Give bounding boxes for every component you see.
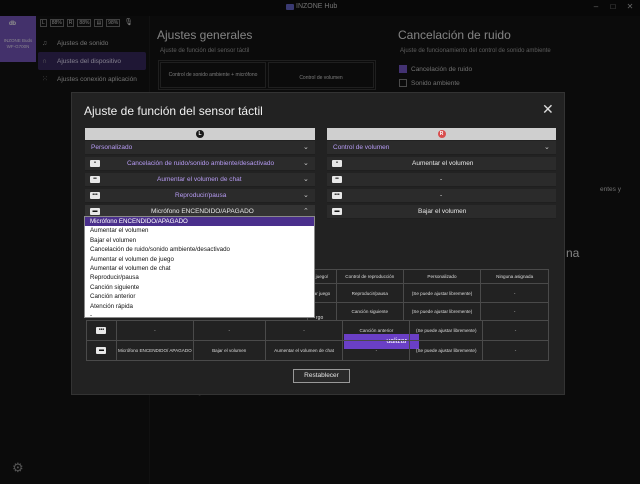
- dropdown-option[interactable]: -: [85, 311, 314, 320]
- table-row: ar juego Reproducir/pausa (Se puede ajus…: [307, 283, 549, 303]
- single-tap-icon: •: [90, 160, 100, 167]
- table-row: ▬ Micrófono ENCENDIDO/ APAGADO Bajar el …: [86, 340, 549, 361]
- right-bud-header: R: [327, 128, 556, 140]
- reset-button[interactable]: Restablecer: [293, 369, 350, 383]
- table-header-cell: Control de reproducción: [335, 269, 404, 284]
- right-preset-select[interactable]: Control de volumen ⌄: [327, 141, 556, 155]
- chevron-up-icon: ⌃: [303, 208, 309, 215]
- right-single-tap-value: Aumentar el volumen: [412, 160, 474, 167]
- right-double-tap-value: -: [440, 176, 443, 183]
- right-triple-tap-row: ••• -: [327, 189, 556, 203]
- dropdown-option[interactable]: Cancelación de ruido/sonido ambiente/des…: [85, 245, 314, 254]
- chevron-down-icon: ⌄: [303, 160, 309, 167]
- dropdown-option[interactable]: Atención rápida: [85, 302, 314, 311]
- double-tap-icon: ••: [332, 176, 342, 183]
- triple-tap-icon: •••: [332, 192, 342, 199]
- preset-table-bottom: ••• - - - Canción anterior (Se puede aju…: [86, 320, 549, 361]
- dropdown-option[interactable]: Bajar el volumen: [85, 236, 314, 245]
- dropdown-option[interactable]: Aumentar el volumen de juego: [85, 255, 314, 264]
- chevron-down-icon: ⌄: [544, 144, 550, 151]
- left-bud-badge: L: [196, 130, 204, 138]
- function-dropdown-list: Micrófono ENCENDIDO/APAGADO Aumentar el v…: [84, 216, 315, 320]
- left-single-tap-value: Cancelación de ruido/sonido ambiente/des…: [127, 160, 275, 167]
- dialog-title: Ajuste de función del sensor táctil: [84, 104, 263, 118]
- left-double-tap-value: Aumentar el volumen de chat: [157, 176, 242, 183]
- preset-table-top: juego/ Control de reproducción Personali…: [307, 269, 549, 321]
- table-header-cell: Ninguna asignada: [480, 269, 549, 284]
- right-preset-value: Control de volumen: [333, 144, 390, 151]
- right-bud-badge: R: [437, 130, 446, 138]
- dropdown-option[interactable]: Micrófono ENCENDIDO/APAGADO: [85, 217, 314, 227]
- table-header-cell: Personalizado: [402, 269, 482, 284]
- single-tap-icon: •: [332, 160, 342, 167]
- table-row: ••• - - - Canción anterior (Se puede aju…: [86, 320, 549, 341]
- right-hold-row: ▬ Bajar el volumen: [327, 205, 556, 219]
- chevron-down-icon: ⌄: [303, 144, 309, 151]
- hold-icon: ▬: [96, 347, 107, 354]
- left-double-tap-select[interactable]: •• Aumentar el volumen de chat ⌄: [85, 173, 315, 187]
- left-triple-tap-value: Reproducir/pausa: [175, 192, 227, 199]
- dropdown-option[interactable]: Canción anterior: [85, 292, 314, 301]
- close-icon[interactable]: ✕: [542, 101, 554, 118]
- triple-tap-icon: •••: [96, 327, 107, 334]
- hold-icon: ▬: [90, 208, 100, 215]
- right-hold-value: Bajar el volumen: [418, 208, 467, 215]
- left-bud-header: L: [85, 128, 315, 140]
- table-row: Canción siguiente (Se puede ajustar libr…: [307, 302, 549, 321]
- chevron-down-icon: ⌄: [303, 176, 309, 183]
- right-single-tap-row: • Aumentar el volumen: [327, 157, 556, 171]
- left-preset-value: Personalizado: [91, 144, 133, 151]
- hold-icon: ▬: [332, 208, 342, 215]
- double-tap-icon: ••: [90, 176, 100, 183]
- left-single-tap-select[interactable]: • Cancelación de ruido/sonido ambiente/d…: [85, 157, 315, 171]
- dropdown-option[interactable]: Aumentar el volumen: [85, 226, 314, 235]
- dropdown-option[interactable]: Aumentar el volumen de chat: [85, 264, 314, 273]
- right-double-tap-row: •• -: [327, 173, 556, 187]
- right-triple-tap-value: -: [440, 192, 443, 199]
- left-hold-value: Micrófono ENCENDIDO/APAGADO: [151, 208, 254, 215]
- dropdown-option[interactable]: Reproducir/pausa: [85, 273, 314, 282]
- triple-tap-icon: •••: [90, 192, 100, 199]
- chevron-down-icon: ⌄: [303, 192, 309, 199]
- left-triple-tap-select[interactable]: ••• Reproducir/pausa ⌄: [85, 189, 315, 203]
- left-preset-select[interactable]: Personalizado ⌄: [85, 141, 315, 155]
- dropdown-option[interactable]: Canción siguiente: [85, 283, 314, 292]
